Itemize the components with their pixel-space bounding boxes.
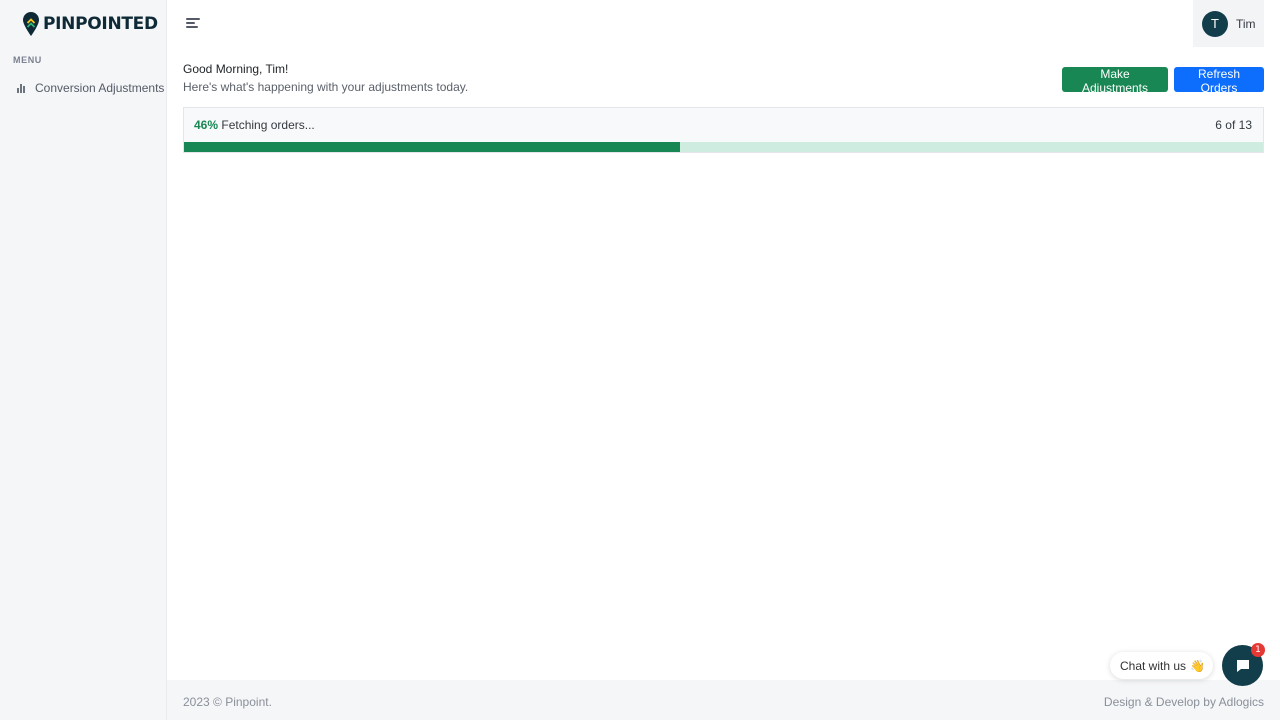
wave-icon: 👋 [1190, 658, 1205, 673]
progress-percent: 46% [194, 118, 219, 132]
make-adjustments-button[interactable]: Make Adjustments [1062, 67, 1168, 95]
chat-notification-badge: 1 [1251, 643, 1265, 657]
page-greeting: Good Morning, Tim! [183, 62, 289, 76]
progress-bar-fill [184, 142, 681, 152]
sidebar-item-conversion-adjustments[interactable]: Conversion Adjustments [17, 79, 164, 97]
avatar: T [1202, 10, 1228, 37]
bar-chart-icon [17, 83, 27, 93]
page-subtitle: Here's what's happening with your adjust… [183, 80, 469, 94]
chat-bubble-icon [1236, 659, 1249, 672]
footer-copyright: 2023 © Pinpoint. [183, 695, 272, 709]
chat-prompt[interactable]: Chat with us 👋 [1110, 652, 1213, 679]
brand-name: PINPOINTED [43, 14, 158, 34]
user-menu[interactable]: T Tim [1193, 0, 1264, 47]
chat-prompt-label: Chat with us [1120, 658, 1187, 673]
footer: 2023 © Pinpoint. Design & Develop by Adl… [167, 680, 1280, 720]
progress-card: 46% Fetching orders... 6 of 13 [183, 107, 1264, 153]
pin-logo-icon [23, 12, 39, 36]
sidebar: PINPOINTED MENU Conversion Adjustments [0, 0, 167, 720]
brand-logo[interactable]: PINPOINTED [23, 11, 158, 37]
menu-toggle-icon[interactable] [186, 17, 200, 29]
sidebar-item-label: Conversion Adjustments [35, 81, 165, 95]
user-name: Tim [1236, 16, 1256, 31]
footer-credit: Design & Develop by Adlogics [1103, 695, 1264, 709]
progress-status: 46% Fetching orders... [194, 118, 315, 132]
topbar: T Tim [167, 0, 1280, 47]
progress-count: 6 of 13 [1215, 118, 1252, 132]
progress-status-text: Fetching orders... [221, 118, 315, 132]
menu-title: MENU [13, 55, 42, 65]
progress-bar [184, 142, 1263, 152]
refresh-orders-button[interactable]: Refresh Orders [1174, 67, 1264, 95]
